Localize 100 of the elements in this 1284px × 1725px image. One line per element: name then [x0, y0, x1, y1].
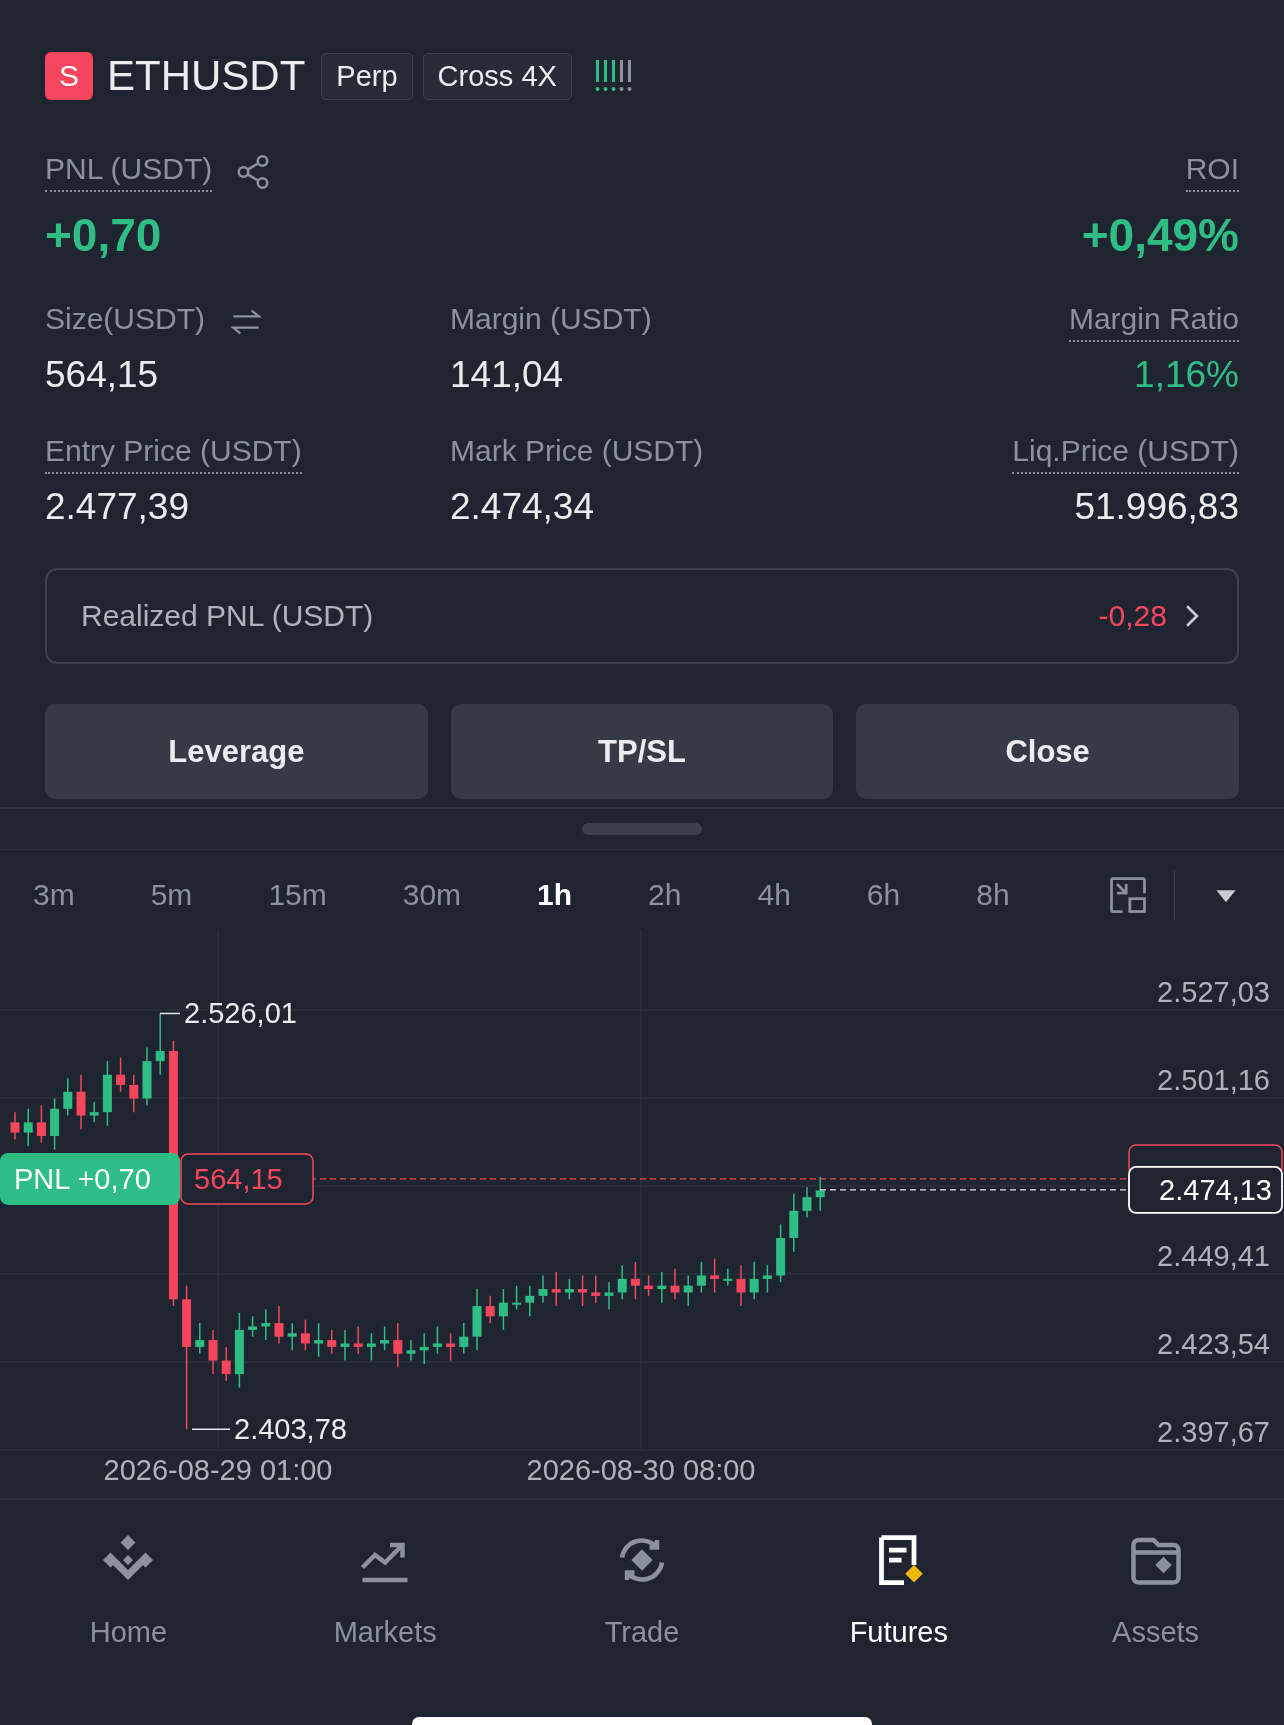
candle [459, 1322, 469, 1355]
timeframe-tab[interactable]: 4h [757, 878, 791, 912]
nav-tab[interactable]: Markets [256, 1529, 514, 1649]
candle [300, 1318, 310, 1352]
nav-tab[interactable]: Trade [513, 1529, 771, 1649]
candle [657, 1271, 667, 1304]
candle [353, 1325, 363, 1355]
tag: Cross 4X [422, 52, 572, 100]
candle [36, 1104, 46, 1144]
roi-label: ROI [1185, 152, 1239, 192]
candle [327, 1329, 337, 1355]
time-axis-label: 2026-08-29 01:00 [103, 1454, 333, 1486]
candle [446, 1332, 456, 1362]
stat-value: 2.477,39 [45, 486, 191, 528]
candle [564, 1278, 574, 1300]
timeframe-tab[interactable]: 30m [402, 878, 462, 912]
candle [340, 1329, 350, 1362]
stat-value: 1,16% [1134, 354, 1239, 396]
candle [776, 1223, 786, 1283]
candle [314, 1322, 324, 1358]
stat-value: 564,15 [45, 354, 160, 396]
timeframe-tab[interactable]: 8h [976, 878, 1010, 912]
realized-pnl-row[interactable]: Realized PNL (USDT) -0,28 [45, 568, 1239, 664]
candle [749, 1261, 759, 1300]
candle [89, 1101, 99, 1124]
candle [63, 1077, 73, 1117]
last-price-tag: 2.474,13 [1128, 1166, 1283, 1214]
candle [419, 1332, 429, 1365]
candle [287, 1322, 297, 1352]
price-axis-label: 2.397,67 [1157, 1416, 1270, 1448]
stat-value: 141,04 [450, 354, 565, 396]
stat-label: Margin (USDT) [450, 302, 652, 337]
candle [208, 1329, 218, 1375]
stat-label: Size(USDT) [45, 302, 205, 337]
price-axis-label: 2.501,16 [1157, 1064, 1270, 1096]
candle [76, 1074, 86, 1130]
candle [380, 1325, 390, 1352]
pnl-label: PNL (USDT) [45, 152, 213, 192]
candle [802, 1186, 812, 1219]
timeframe-tab[interactable]: 3m [33, 878, 75, 912]
candle [116, 1057, 126, 1093]
timeframe-tab[interactable]: 2h [648, 878, 682, 912]
candle [50, 1097, 60, 1151]
timeframe-tab[interactable]: 15m [268, 878, 327, 912]
timeframe-tab[interactable]: 1h [537, 878, 573, 912]
realized-pnl-value: -0,28 [1098, 599, 1167, 633]
stat-value: 51.996,83 [1074, 486, 1239, 528]
candle [155, 1012, 165, 1076]
candle [578, 1274, 588, 1307]
candle [551, 1271, 561, 1307]
position-size-tag[interactable]: 564,15 [180, 1153, 314, 1205]
signal-bars-icon [593, 58, 634, 94]
candle [406, 1339, 416, 1362]
candle [274, 1305, 284, 1345]
candle [261, 1308, 271, 1341]
drag-handle[interactable] [582, 822, 702, 835]
candle [195, 1322, 205, 1355]
stat-label: Mark Price (USDT) [450, 434, 704, 469]
action-button[interactable]: Leverage [45, 704, 428, 799]
candle [617, 1264, 627, 1300]
roi-value: +0,49% [1081, 208, 1239, 262]
candle [23, 1108, 33, 1147]
candle [129, 1074, 139, 1113]
nav-tab[interactable]: Futures [770, 1529, 1028, 1649]
candle [736, 1264, 746, 1307]
candle [762, 1264, 772, 1294]
candle [815, 1176, 825, 1212]
price-axis-label: 2.423,54 [1157, 1328, 1270, 1360]
candle [512, 1284, 522, 1311]
realized-pnl-label: Realized PNL (USDT) [81, 599, 375, 633]
candle [723, 1267, 733, 1287]
candle [683, 1274, 693, 1307]
candle [142, 1046, 152, 1107]
price-axis-label: 2.449,41 [1157, 1240, 1270, 1272]
stat-label: Liq.Price (USDT) [1012, 434, 1239, 474]
candle [710, 1257, 720, 1294]
candle [538, 1274, 548, 1304]
symbol-badge: S [45, 52, 93, 100]
stat-value: 2.474,34 [450, 486, 596, 528]
stat-label: Margin Ratio [1068, 302, 1239, 342]
time-axis-label: 2026-08-30 08:00 [526, 1454, 756, 1486]
timeframe-tab[interactable]: 5m [150, 878, 193, 912]
candle [485, 1295, 495, 1324]
candle [644, 1274, 654, 1297]
candle [102, 1060, 112, 1127]
nav-tab[interactable]: Assets [1027, 1529, 1284, 1649]
high-price-label: 2.526,01 [184, 997, 297, 1030]
low-price-label: 2.403,78 [234, 1413, 347, 1446]
candle [498, 1288, 508, 1331]
tag: Perp [321, 52, 413, 100]
action-button[interactable]: Close [856, 704, 1239, 799]
stat-label: Entry Price (USDT) [45, 434, 302, 474]
candle [604, 1281, 614, 1311]
candle [789, 1193, 799, 1253]
nav-tab[interactable]: Home [0, 1529, 257, 1649]
timeframe-tab[interactable]: 6h [866, 878, 901, 912]
action-button[interactable]: TP/SL [450, 704, 834, 799]
candle [472, 1288, 482, 1352]
candle [366, 1332, 376, 1362]
candle [248, 1315, 258, 1338]
